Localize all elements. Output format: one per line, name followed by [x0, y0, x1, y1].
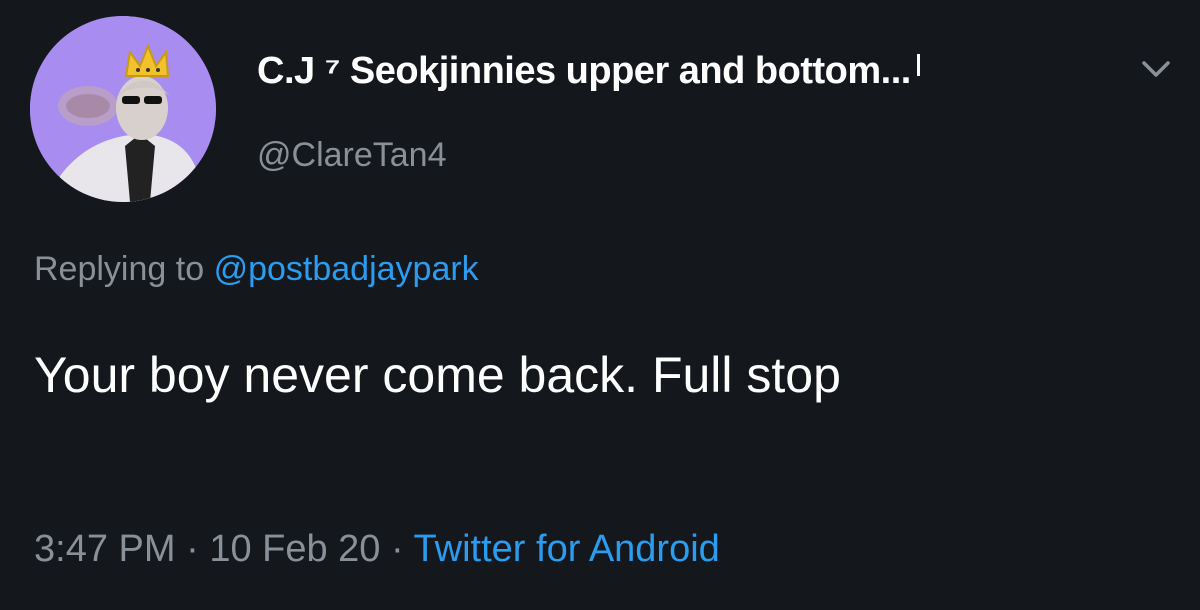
name-emoji-fragment	[916, 54, 920, 76]
tweet-meta: 3:47 PM · 10 Feb 20 · Twitter for Androi…	[34, 528, 720, 571]
user-handle[interactable]: @ClareTan4	[257, 136, 447, 175]
replying-to-line: Replying to @postbadjaypark	[34, 250, 479, 289]
display-name-text: C.J ⁷ Seokjinnies upper and bottom...	[257, 50, 911, 92]
tweet-text: Your boy never come back. Full stop	[34, 347, 841, 403]
tweet-time[interactable]: 3:47 PM	[34, 528, 176, 570]
avatar-image	[30, 16, 216, 202]
replying-prefix: Replying to	[34, 250, 205, 288]
chevron-down-icon[interactable]	[1138, 54, 1174, 84]
display-name[interactable]: C.J ⁷ Seokjinnies upper and bottom...	[257, 50, 920, 93]
tweet-date[interactable]: 10 Feb 20	[209, 528, 380, 570]
tweet-card: C.J ⁷ Seokjinnies upper and bottom... @C…	[0, 0, 1200, 610]
meta-separator: ·	[186, 528, 199, 570]
meta-separator: ·	[391, 528, 404, 570]
avatar[interactable]	[30, 16, 216, 202]
replying-to-link[interactable]: @postbadjaypark	[214, 250, 479, 288]
tweet-source-link[interactable]: Twitter for Android	[414, 528, 720, 570]
